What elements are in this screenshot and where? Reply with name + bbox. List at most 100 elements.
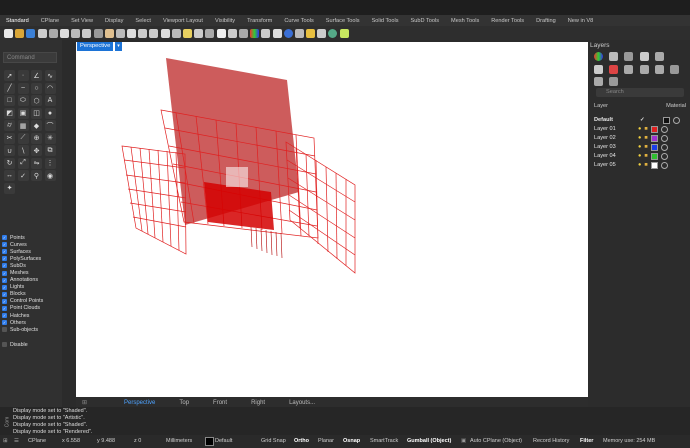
filter-subds[interactable]: ✓ SubDs	[2, 262, 60, 269]
delete-layer-icon[interactable]	[609, 65, 619, 74]
render-icon[interactable]	[294, 28, 304, 38]
layer-group-icon[interactable]	[654, 65, 664, 74]
auto-cplane-toggle[interactable]: Auto CPlane (Object)	[470, 438, 522, 444]
tab-new-in-v8[interactable]: New in V8	[562, 18, 600, 24]
analyze-icon[interactable]: ⚲	[31, 170, 42, 181]
checkbox-icon[interactable]: ✓	[2, 305, 7, 311]
checkbox-icon[interactable]	[2, 327, 7, 333]
layer-grid-icon[interactable]	[594, 77, 603, 86]
ellipse-icon[interactable]: ⬭	[17, 95, 29, 106]
tab-mesh-tools[interactable]: Mesh Tools	[445, 18, 485, 24]
checkbox-icon[interactable]: ✓	[2, 291, 7, 297]
line-icon[interactable]: ╱	[4, 82, 15, 94]
column-layer[interactable]: Layer	[594, 103, 608, 109]
layer-list-icon[interactable]	[609, 77, 619, 86]
color-wheel-icon[interactable]	[250, 28, 260, 38]
layer-color-icon[interactable]	[594, 52, 603, 61]
tab-set-view[interactable]: Set View	[65, 18, 99, 24]
sphere-icon[interactable]: ●	[44, 107, 56, 119]
zoom-window-icon[interactable]	[138, 28, 148, 38]
grid-icon[interactable]: ⊞	[3, 438, 8, 444]
lock-icon[interactable]: ■	[644, 135, 647, 141]
gumball-toggle[interactable]: Gumball (Object)	[407, 438, 451, 444]
filter-annotations[interactable]: ✓ Annotations	[2, 277, 60, 284]
checkbox-icon[interactable]: ✓	[2, 263, 7, 269]
tab-display[interactable]: Display	[99, 18, 129, 24]
ortho-toggle[interactable]: Ortho	[294, 438, 309, 444]
filter-control-points[interactable]: ✓ Control Points	[2, 298, 60, 305]
interpolate-curve-icon[interactable]: ~	[17, 82, 29, 94]
mirror-tool-icon[interactable]: ⇋	[31, 157, 42, 169]
filter-sub-objects[interactable]: Sub-objects	[2, 326, 60, 333]
check-icon[interactable]: ✓	[17, 170, 29, 181]
checkbox-icon[interactable]	[2, 342, 7, 348]
layer-color-swatch[interactable]	[650, 143, 658, 151]
array-tool-icon[interactable]: ⋮	[44, 157, 56, 169]
cylinder-icon[interactable]: ⌭	[4, 120, 15, 131]
rotate-tool-icon[interactable]: ↻	[4, 157, 15, 169]
viewport-title[interactable]: Perspective	[77, 42, 114, 51]
properties-icon[interactable]	[261, 28, 271, 38]
filter-hatches[interactable]: ✓ Hatches	[2, 312, 60, 319]
fillet-icon[interactable]: ⌒	[44, 120, 56, 131]
rotate-view-icon[interactable]	[115, 28, 125, 38]
new-file-icon[interactable]	[4, 28, 13, 38]
paste-icon[interactable]	[82, 28, 92, 38]
cplane-icon[interactable]	[205, 28, 215, 38]
undo-icon[interactable]	[93, 28, 103, 38]
smarttrack-toggle[interactable]: SmartTrack	[370, 438, 398, 444]
boolean-difference-icon[interactable]: ∖	[17, 145, 29, 156]
layer-color-swatch[interactable]	[650, 134, 658, 142]
arc-icon[interactable]: ◠	[44, 82, 56, 94]
checkbox-icon[interactable]: ✓	[2, 320, 7, 326]
light-tool-icon[interactable]: ✦	[4, 182, 15, 194]
dimension-icon[interactable]: ↔	[4, 170, 15, 181]
layer-color-swatch[interactable]	[650, 152, 658, 160]
osnap-toggle[interactable]: Osnap	[343, 438, 360, 444]
layer-color-swatch[interactable]	[662, 116, 670, 124]
tab-top[interactable]: Top	[167, 400, 201, 406]
light-bulb-icon[interactable]: ●	[638, 126, 641, 132]
tab-visibility[interactable]: Visibility	[209, 18, 241, 24]
checkbox-icon[interactable]: ✓	[2, 284, 7, 290]
lock-icon[interactable]: ■	[644, 126, 647, 132]
box-icon[interactable]: ◫	[31, 107, 42, 119]
layer-options-icon[interactable]	[654, 52, 664, 61]
move-icon[interactable]	[194, 28, 204, 38]
light-bulb-icon[interactable]	[216, 28, 226, 38]
status-units[interactable]: Millimeters	[166, 438, 192, 444]
material-icon[interactable]	[672, 116, 680, 124]
lock-icon[interactable]: ■	[644, 144, 647, 150]
join-icon[interactable]: ⊕	[31, 132, 42, 144]
checkbox-icon[interactable]: ✓	[2, 256, 7, 262]
layer-filter-icon[interactable]	[624, 52, 634, 61]
tab-cplane[interactable]: CPlane	[35, 18, 65, 24]
select-icon[interactable]	[183, 28, 192, 38]
filter-meshes[interactable]: ✓ Meshes	[2, 269, 60, 276]
filter-curves[interactable]: ✓ Curves	[2, 241, 60, 248]
circle-icon[interactable]: ○	[31, 82, 42, 94]
material-icon[interactable]	[660, 161, 668, 169]
checkbox-icon[interactable]: ✓	[2, 298, 7, 304]
checkbox-icon[interactable]: ✓	[2, 235, 7, 241]
move-layer-down-icon[interactable]	[639, 65, 649, 74]
analysis-icon[interactable]	[272, 28, 282, 38]
layer-filter-funnel-icon[interactable]	[669, 65, 679, 74]
help-icon[interactable]	[339, 28, 349, 38]
tab-layouts[interactable]: Layouts...	[277, 400, 327, 406]
curve-icon[interactable]: ∿	[44, 70, 56, 81]
tab-solid-tools[interactable]: Solid Tools	[366, 18, 405, 24]
light-bulb-icon[interactable]: ●	[638, 144, 641, 150]
split-icon[interactable]: ⟋	[17, 132, 29, 144]
trim-icon[interactable]: ✂	[4, 132, 15, 144]
layer-row-01[interactable]: Layer 01 ● ■	[594, 125, 686, 133]
select-arrow-icon[interactable]: ➚	[4, 70, 15, 81]
filter-lights[interactable]: ✓ Lights	[2, 284, 60, 291]
material-icon[interactable]	[660, 143, 668, 151]
tab-right[interactable]: Right	[239, 400, 277, 406]
boolean-union-icon[interactable]: ∪	[4, 145, 15, 156]
layer-row-05[interactable]: Layer 05 ● ■	[594, 161, 686, 169]
record-history-toggle[interactable]: Record History	[533, 438, 569, 444]
tab-select[interactable]: Select	[129, 18, 157, 24]
layer-row-02[interactable]: Layer 02 ● ■	[594, 134, 686, 142]
